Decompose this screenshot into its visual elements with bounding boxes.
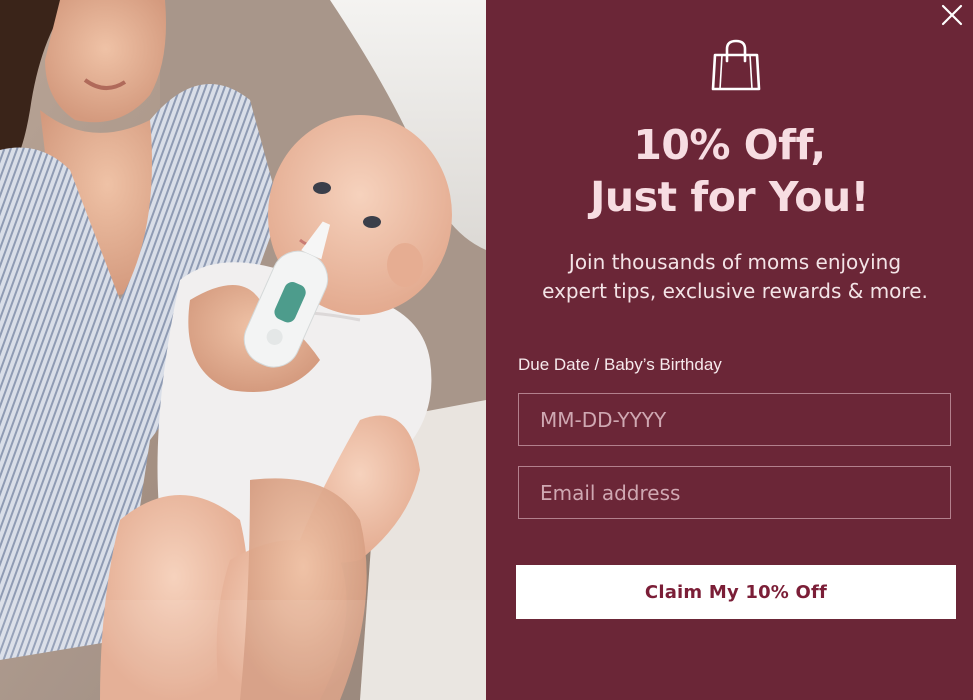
headline-line-1: 10% Off,: [633, 121, 826, 169]
claim-offer-button[interactable]: Claim My 10% Off: [516, 565, 956, 619]
close-icon[interactable]: [937, 0, 967, 30]
email-input[interactable]: [518, 466, 951, 519]
offer-panel: 10% Off, Just for You! Join thousands of…: [486, 0, 973, 700]
due-date-input[interactable]: [518, 393, 951, 446]
signup-popup: 10% Off, Just for You! Join thousands of…: [0, 0, 973, 700]
subtext-line-1: Join thousands of moms enjoying: [568, 250, 902, 274]
mother-baby-image: [0, 0, 486, 700]
shopping-bag-icon: [711, 39, 761, 91]
hero-photo: [0, 0, 486, 700]
due-date-label: Due Date / Baby’s Birthday: [518, 355, 722, 374]
subtext-line-2: expert tips, exclusive rewards & more.: [542, 279, 928, 303]
headline-line-2: Just for You!: [590, 173, 869, 221]
